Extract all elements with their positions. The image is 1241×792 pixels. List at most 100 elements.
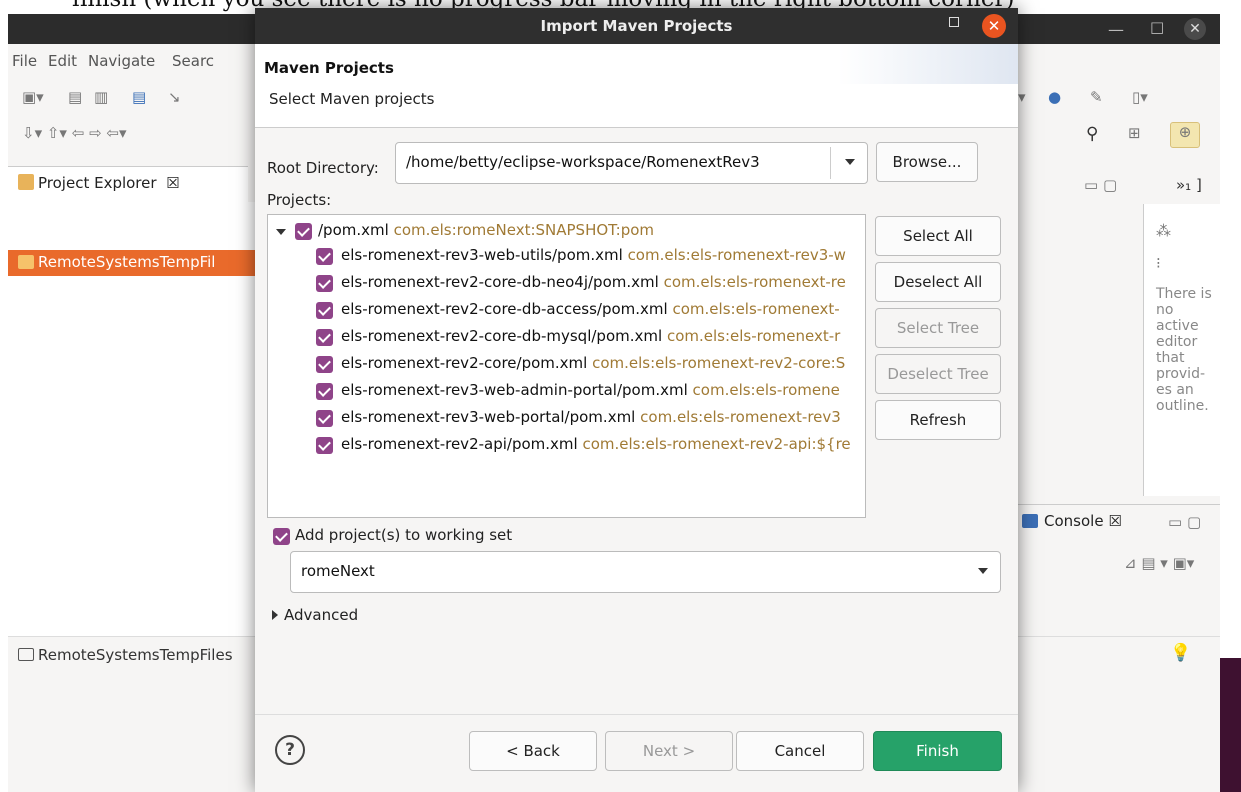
console-tab-label[interactable]: Console ☒ bbox=[1044, 512, 1122, 530]
combo-divider bbox=[830, 147, 831, 179]
close-icon[interactable]: ✕ bbox=[982, 14, 1006, 38]
minimize-console-icon[interactable]: ▭ ▢ bbox=[1168, 513, 1201, 531]
projects-tree[interactable]: /pom.xml com.els:romeNext:SNAPSHOT:pom e… bbox=[267, 214, 866, 518]
project-gav: com.els:els-romenext-rev2-core:S bbox=[592, 354, 846, 372]
finish-button[interactable]: Finish bbox=[873, 731, 1002, 771]
working-set-checkbox[interactable] bbox=[273, 528, 290, 545]
chevron-down-icon[interactable]: ▾ bbox=[1018, 88, 1026, 106]
project-explorer-icon bbox=[18, 174, 34, 190]
project-name: els-romenext-rev2-core/pom.xml bbox=[341, 354, 588, 372]
project-name: els-romenext-rev2-core-db-access/pom.xml bbox=[341, 300, 668, 318]
table-row[interactable]: els-romenext-rev2-core-db-neo4j/pom.xml … bbox=[268, 272, 865, 295]
projects-label: Projects: bbox=[267, 191, 332, 209]
back-button[interactable]: < Back bbox=[469, 731, 597, 771]
dialog-title: Import Maven Projects bbox=[540, 17, 733, 35]
project-checkbox[interactable] bbox=[316, 437, 333, 454]
project-tree-item-label: RemoteSystemsTempFil bbox=[38, 253, 216, 271]
globe-icon[interactable]: ● bbox=[1048, 88, 1061, 106]
save-all-icon[interactable]: ▥ bbox=[94, 88, 108, 106]
page-title: Maven Projects bbox=[264, 59, 394, 77]
project-checkbox[interactable] bbox=[316, 302, 333, 319]
table-row[interactable]: els-romenext-rev2-core-db-access/pom.xml… bbox=[268, 299, 865, 322]
close-icon[interactable]: ✕ bbox=[1184, 18, 1206, 40]
project-name: els-romenext-rev3-web-utils/pom.xml bbox=[341, 246, 623, 264]
maximize-icon[interactable] bbox=[949, 17, 959, 27]
root-project-checkbox[interactable] bbox=[295, 223, 312, 240]
browse-button[interactable]: Browse... bbox=[876, 142, 978, 182]
next-button[interactable]: Next > bbox=[605, 731, 733, 771]
working-set-combo[interactable]: romeNext bbox=[290, 551, 1001, 593]
minimize-icon[interactable]: — bbox=[1108, 20, 1124, 39]
menu-search[interactable]: Searc bbox=[172, 52, 214, 70]
overflow-views-icon[interactable]: »₁ ] bbox=[1176, 176, 1202, 194]
chevron-down-icon[interactable] bbox=[978, 568, 988, 574]
advanced-toggle[interactable]: Advanced bbox=[284, 606, 358, 624]
project-checkbox[interactable] bbox=[316, 383, 333, 400]
select-all-button[interactable]: Select All bbox=[875, 216, 1001, 256]
minimize-view-icon[interactable]: ▭ ▢ bbox=[1084, 176, 1117, 194]
table-row[interactable]: els-romenext-rev2-core/pom.xml com.els:e… bbox=[268, 353, 865, 376]
expand-icon[interactable] bbox=[276, 229, 286, 235]
maximize-icon[interactable]: □ bbox=[1150, 18, 1164, 36]
search-icon[interactable]: ⚲ bbox=[1086, 124, 1098, 144]
project-name: els-romenext-rev3-web-portal/pom.xml bbox=[341, 408, 636, 426]
deselect-all-button[interactable]: Deselect All bbox=[875, 262, 1001, 302]
expand-icon[interactable] bbox=[272, 610, 278, 620]
cancel-button[interactable]: Cancel bbox=[736, 731, 864, 771]
search-ref-icon[interactable]: ✎ bbox=[1090, 88, 1103, 106]
console-actions-icon[interactable]: ⊿ ▤ ▾ ▣▾ bbox=[1124, 554, 1194, 572]
refresh-button[interactable]: Refresh bbox=[875, 400, 1001, 440]
project-checkbox[interactable] bbox=[316, 410, 333, 427]
lightbulb-icon[interactable]: 💡 bbox=[1170, 643, 1191, 663]
outline-filter-icon[interactable]: ⁝ bbox=[1156, 254, 1161, 272]
new-icon[interactable]: ▣▾ bbox=[22, 88, 44, 106]
project-checkbox[interactable] bbox=[316, 275, 333, 292]
menu-navigate[interactable]: Navigate bbox=[88, 52, 155, 70]
project-checkbox[interactable] bbox=[316, 329, 333, 346]
root-directory-label: Root Directory: bbox=[267, 159, 379, 177]
project-gav: com.els:els-romene bbox=[692, 381, 840, 399]
console-view: ⊿ ▤ ▾ ▣▾ bbox=[1018, 540, 1220, 636]
dialog-titlebar: Import Maven Projects ✕ bbox=[255, 8, 1018, 44]
working-set-label[interactable]: Add project(s) to working set bbox=[295, 526, 512, 544]
table-row[interactable]: els-romenext-rev3-web-admin-portal/pom.x… bbox=[268, 380, 865, 403]
java-perspective-icon[interactable]: ⊕ bbox=[1170, 122, 1200, 148]
project-gav: com.els:els-romenext-rev3 bbox=[640, 408, 841, 426]
folder-icon bbox=[18, 648, 34, 661]
terminal-icon[interactable]: ▤ bbox=[132, 88, 146, 106]
dialog-header: Maven Projects Select Maven projects bbox=[255, 44, 1018, 128]
deselect-tree-button[interactable]: Deselect Tree bbox=[875, 354, 1001, 394]
import-maven-dialog: Import Maven Projects ✕ Maven Projects S… bbox=[255, 8, 1018, 792]
project-checkbox[interactable] bbox=[316, 248, 333, 265]
outline-message: There is no active editor that provid- e… bbox=[1156, 286, 1212, 414]
working-set-value: romeNext bbox=[301, 562, 375, 580]
root-directory-combo[interactable]: /home/betty/eclipse-workspace/RomenextRe… bbox=[395, 142, 868, 184]
help-icon[interactable]: ? bbox=[275, 735, 305, 765]
debug-icon[interactable]: ↘ bbox=[168, 88, 181, 106]
root-project-name: /pom.xml bbox=[318, 221, 389, 239]
save-icon[interactable]: ▤ bbox=[68, 88, 82, 106]
table-row[interactable]: els-romenext-rev3-web-portal/pom.xml com… bbox=[268, 407, 865, 430]
project-gav: com.els:els-romenext- bbox=[672, 300, 840, 318]
project-name: els-romenext-rev3-web-admin-portal/pom.x… bbox=[341, 381, 688, 399]
table-row[interactable]: els-romenext-rev2-api/pom.xml com.els:el… bbox=[268, 434, 865, 457]
outline-sort-icon[interactable]: ⁂ bbox=[1156, 222, 1171, 240]
root-project-row[interactable]: /pom.xml com.els:romeNext:SNAPSHOT:pom bbox=[268, 221, 865, 244]
table-row[interactable]: els-romenext-rev3-web-utils/pom.xml com.… bbox=[268, 245, 865, 268]
project-gav: com.els:els-romenext-re bbox=[663, 273, 846, 291]
status-bar-label: RemoteSystemsTempFiles bbox=[38, 646, 233, 664]
root-project-gav: com.els:romeNext:SNAPSHOT:pom bbox=[393, 221, 655, 239]
project-name: els-romenext-rev2-api/pom.xml bbox=[341, 435, 578, 453]
next-annotation-icon[interactable]: ⇩▾ ⇧▾ ⇦ ⇨ ⇦▾ bbox=[22, 124, 127, 142]
project-explorer-label[interactable]: Project Explorer ☒ bbox=[38, 174, 180, 192]
menu-edit[interactable]: Edit bbox=[48, 52, 77, 70]
project-checkbox[interactable] bbox=[316, 356, 333, 373]
menu-file[interactable]: File bbox=[12, 52, 37, 70]
open-perspective-icon[interactable]: ⊞ bbox=[1128, 124, 1141, 142]
bookmark-icon[interactable]: ▯▾ bbox=[1132, 88, 1148, 106]
select-tree-button[interactable]: Select Tree bbox=[875, 308, 1001, 348]
table-row[interactable]: els-romenext-rev2-core-db-mysql/pom.xml … bbox=[268, 326, 865, 349]
folder-icon bbox=[18, 255, 34, 269]
chevron-down-icon[interactable] bbox=[845, 159, 855, 165]
project-name: els-romenext-rev2-core-db-mysql/pom.xml bbox=[341, 327, 663, 345]
